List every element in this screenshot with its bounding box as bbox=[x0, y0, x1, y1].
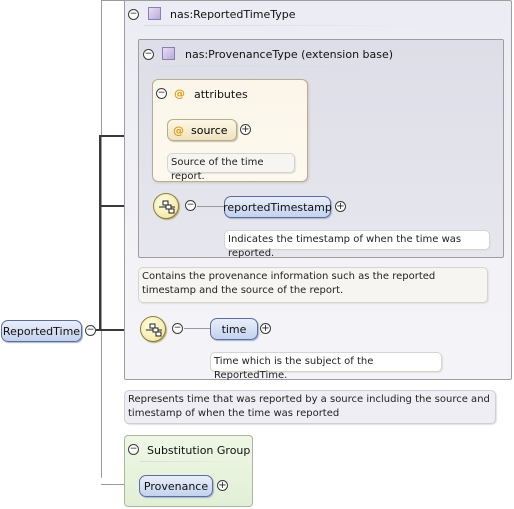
reported-timestamp-annotation: Indicates the timestamp of when the time… bbox=[224, 230, 490, 259]
extension-annotation: Contains the provenance information such… bbox=[138, 267, 488, 303]
substitution-group-title: Substitution Group bbox=[147, 444, 251, 457]
attributes-at-icon: @ bbox=[174, 87, 185, 100]
complex-type-square-icon bbox=[148, 7, 161, 20]
root-element-reported-time[interactable]: ReportedTime bbox=[1, 320, 82, 342]
main-trunk bbox=[99, 135, 101, 331]
time-expand-icon[interactable]: + bbox=[260, 323, 271, 334]
provenance-expand-icon[interactable]: + bbox=[217, 480, 228, 491]
attributes-collapse-icon[interactable]: − bbox=[156, 88, 167, 99]
attribute-source-expand-icon[interactable]: + bbox=[240, 124, 251, 135]
sequence-connector bbox=[184, 328, 212, 329]
provenance-element[interactable]: Provenance bbox=[139, 475, 213, 497]
ext-sequence-icon bbox=[153, 193, 179, 219]
time-annotation: Time which is the subject of the Reporte… bbox=[210, 352, 442, 381]
complex-type-title: nas:ReportedTimeType bbox=[170, 8, 296, 21]
type-connector-line bbox=[101, 0, 102, 330]
attribute-source-label: source bbox=[191, 123, 228, 137]
substitution-connector-line bbox=[101, 330, 102, 478]
extension-square-icon bbox=[162, 47, 175, 60]
root-element-label: ReportedTime bbox=[2, 324, 81, 338]
root-element-collapse-icon[interactable]: − bbox=[85, 325, 96, 336]
type-connector-top bbox=[101, 0, 125, 1]
substitution-group-underline bbox=[140, 461, 250, 462]
ext-sequence-connector bbox=[197, 206, 225, 207]
reported-timestamp-expand-icon[interactable]: + bbox=[335, 201, 346, 212]
sequence-icon bbox=[140, 316, 166, 342]
extension-title-underline bbox=[158, 66, 428, 67]
attribute-at-icon: @ bbox=[173, 123, 184, 137]
complex-type-title-underline bbox=[144, 25, 444, 26]
attribute-source-annotation: Source of the time report. bbox=[167, 153, 295, 182]
substitution-group-collapse-icon[interactable]: − bbox=[128, 444, 139, 455]
attribute-source[interactable]: @ source bbox=[167, 119, 237, 141]
attributes-title: attributes bbox=[194, 88, 248, 101]
complex-type-collapse-icon[interactable]: − bbox=[128, 9, 139, 20]
ext-sequence-collapse-icon[interactable]: − bbox=[185, 200, 196, 211]
reported-timestamp-label: reportedTimestamp bbox=[223, 200, 332, 214]
provenance-label: Provenance bbox=[143, 479, 209, 493]
extension-collapse-icon[interactable]: − bbox=[143, 49, 154, 60]
reported-timestamp-element[interactable]: reportedTimestamp bbox=[223, 196, 332, 218]
time-label: time bbox=[221, 322, 247, 336]
complex-type-annotation: Represents time that was reported by a s… bbox=[124, 390, 496, 424]
sequence-collapse-icon[interactable]: − bbox=[172, 323, 183, 334]
time-element[interactable]: time bbox=[210, 318, 258, 340]
extension-title: nas:ProvenanceType (extension base) bbox=[185, 48, 394, 61]
